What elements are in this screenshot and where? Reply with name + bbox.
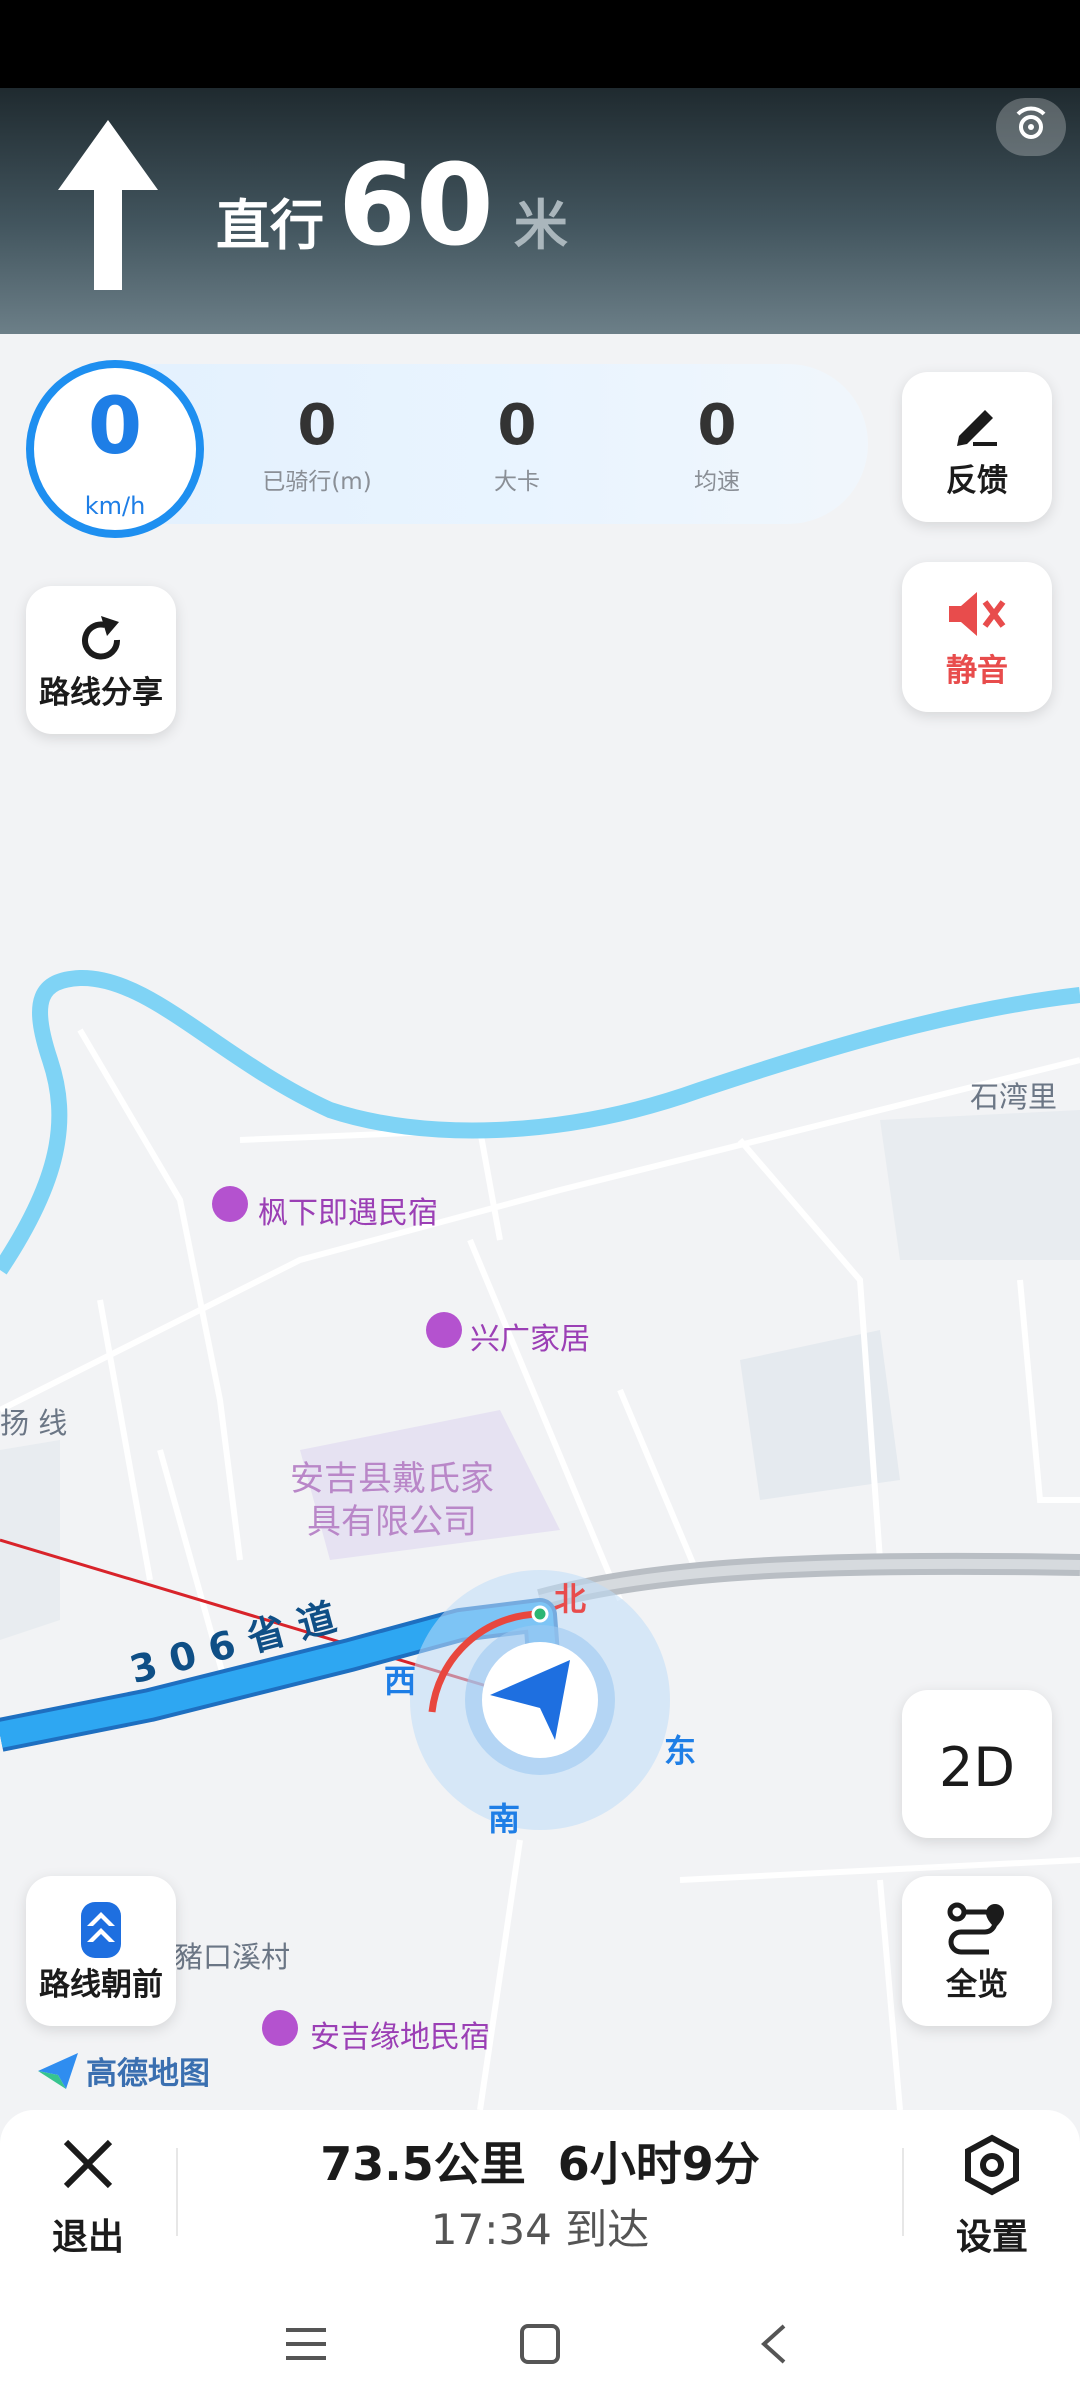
place-label: 石湾里	[970, 1080, 1058, 1114]
brand-logo: 高德地图	[38, 2048, 210, 2093]
stat-label: 已骑行(m)	[262, 469, 372, 495]
compass-south: 南	[488, 1800, 521, 1838]
status-bar	[0, 0, 1080, 88]
instruction-action: 直行	[216, 194, 324, 257]
instruction-distance: 60	[338, 141, 494, 271]
mute-label: 静音	[946, 653, 1008, 689]
menu-icon[interactable]	[284, 2324, 328, 2364]
stat-value: 0	[697, 393, 737, 458]
area-label: 安吉县戴氏家 具有限公司	[290, 1458, 494, 1543]
route-forward-button[interactable]: 路线朝前	[26, 1876, 176, 2026]
satellite-button[interactable]	[996, 98, 1066, 156]
settings-hexagon-icon	[965, 2134, 1019, 2196]
speedometer: 0 km/h	[26, 360, 204, 538]
place-label: 豬口溪村	[174, 1940, 291, 1974]
brand-name: 高德地图	[86, 2056, 210, 2092]
amap-logo-icon	[38, 2052, 78, 2089]
home-icon[interactable]	[518, 2322, 562, 2366]
overview-label: 全览	[946, 1967, 1008, 2003]
stat-value: 0	[497, 393, 537, 458]
poi-label[interactable]: 枫下即遇民宿	[258, 1188, 438, 1232]
stat-label: 大卡	[494, 469, 540, 495]
trip-duration: 6小时9分	[557, 2137, 760, 2191]
share-icon	[82, 616, 121, 660]
turn-instruction: 直行 60 米	[216, 150, 568, 262]
route-share-label: 路线分享	[39, 675, 163, 711]
compass-north: 北	[554, 1580, 587, 1618]
trip-summary: 73.5公里 6小时9分	[180, 2128, 900, 2194]
area-label-line: 安吉县戴氏家	[290, 1459, 494, 1499]
settings-label: 设置	[955, 2217, 1028, 2258]
back-icon[interactable]	[756, 2322, 792, 2366]
trip-distance: 73.5公里	[320, 2137, 526, 2191]
area-label-line: 具有限公司	[307, 1501, 477, 1542]
straight-arrow-icon	[58, 120, 158, 290]
edit-icon	[957, 410, 997, 446]
poi-marker-icon	[426, 1312, 462, 1348]
stat-ridden: 0 已骑行(m)	[232, 398, 402, 496]
feedback-label: 反馈	[946, 463, 1008, 499]
settings-button[interactable]: 设置	[932, 2130, 1052, 2260]
stat-value: 0	[297, 393, 337, 458]
stat-calories: 0 大卡	[432, 398, 602, 496]
exit-label: 退出	[51, 2217, 124, 2258]
route-share-button[interactable]: 路线分享	[26, 586, 176, 734]
divider	[902, 2148, 904, 2236]
route-up-icon	[81, 1902, 121, 1958]
speed-value: 0	[87, 382, 143, 472]
view-mode-label: 2D	[939, 1736, 1015, 1799]
route-overview-icon	[947, 1902, 1004, 1955]
trip-eta: 17:34 到达	[180, 2196, 900, 2257]
route-forward-label: 路线朝前	[39, 1967, 163, 2003]
overview-button[interactable]: 全览	[902, 1876, 1052, 2026]
place-label: 扬 线	[0, 1406, 68, 1440]
poi-label[interactable]: 兴广家居	[470, 1314, 590, 1358]
speed-unit: km/h	[84, 492, 146, 520]
poi-marker-icon	[262, 2010, 298, 2046]
instruction-unit: 米	[513, 194, 568, 257]
system-navigation-bar	[0, 2280, 1080, 2400]
satellite-icon	[1016, 106, 1046, 139]
compass-west: 西	[384, 1662, 417, 1700]
feedback-button[interactable]: 反馈	[902, 372, 1052, 522]
compass-east: 东	[664, 1732, 697, 1770]
mute-button[interactable]: 静音	[902, 562, 1052, 712]
close-icon	[63, 2139, 113, 2189]
poi-label[interactable]: 安吉缘地民宿	[310, 2012, 490, 2056]
stat-avg-speed: 0 均速	[632, 398, 802, 496]
speaker-muted-icon	[949, 592, 1006, 636]
stat-label: 均速	[694, 469, 740, 495]
eta-time: 17:34	[430, 2205, 552, 2254]
divider	[176, 2148, 178, 2236]
exit-button[interactable]: 退出	[28, 2130, 148, 2260]
poi-marker-icon	[212, 1186, 248, 1222]
eta-label: 到达	[565, 2205, 650, 2254]
view-mode-2d-button[interactable]: 2D	[902, 1690, 1052, 1838]
